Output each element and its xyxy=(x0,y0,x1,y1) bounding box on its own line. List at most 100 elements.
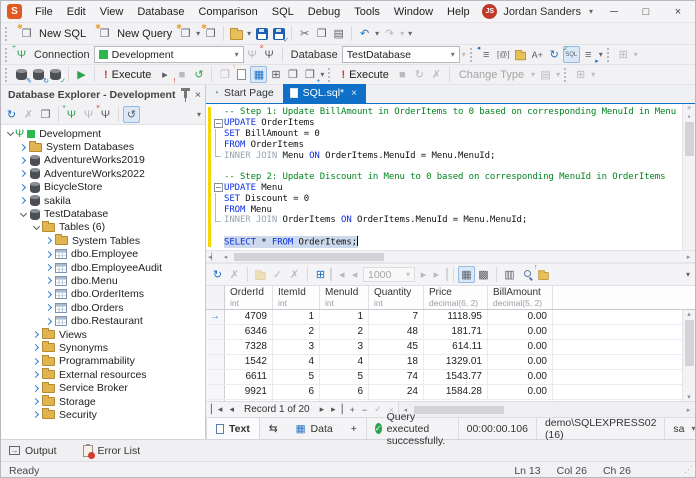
cell-billamount[interactable]: 0.00 xyxy=(488,370,553,384)
new-window-icon[interactable]: ❐ ✱ xyxy=(201,24,219,42)
tools-extra-icon[interactable]: ⊞ xyxy=(572,66,589,83)
cell-itemid[interactable]: 3 xyxy=(273,340,320,354)
table-row[interactable]: 6346 2 2 48 181.71 0.00 xyxy=(206,325,695,340)
tab-output[interactable]: → Output xyxy=(9,445,57,457)
tree-item-system-tables[interactable]: System Tables xyxy=(1,234,205,247)
execution-history-icon[interactable]: ↺ xyxy=(190,66,207,83)
format-code-icon[interactable]: A+ xyxy=(529,46,546,63)
menu-file[interactable]: File xyxy=(28,3,60,21)
code-line[interactable]: INNER JOIN Menu ON OrderItems.MenuId = M… xyxy=(212,150,681,161)
tree-item-dbo-employee[interactable]: dbo.Employee xyxy=(1,248,205,261)
validate-sql-icon[interactable]: SQL ✓ xyxy=(562,46,580,63)
menu-help[interactable]: Help xyxy=(440,3,477,21)
scrollbar-thumb[interactable] xyxy=(684,320,694,366)
fetch-all-icon[interactable] xyxy=(252,266,269,283)
database-sync-icon[interactable]: ↻ xyxy=(30,66,49,85)
menu-edit[interactable]: Edit xyxy=(60,3,93,21)
tree-item-system-databases[interactable]: System Databases xyxy=(1,140,205,153)
copy-icon[interactable]: ❐ xyxy=(313,25,330,42)
add-view-button[interactable]: + xyxy=(342,418,366,439)
cell-billamount[interactable]: 0.00 xyxy=(488,310,553,324)
tree-item-adventureworks2022[interactable]: AdventureWorks2022 xyxy=(1,167,205,180)
table-row[interactable]: 7328 3 3 45 614.11 0.00 xyxy=(206,340,695,355)
expand-icon[interactable] xyxy=(44,238,54,243)
last-page-icon[interactable]: ▸▕ xyxy=(432,266,449,283)
execute-results-button[interactable]: ! Execute xyxy=(336,68,393,82)
column-header-menuid[interactable]: MenuId int xyxy=(320,286,369,309)
database-extra-chevron-icon[interactable]: ▾ xyxy=(460,50,468,59)
script-document-icon[interactable]: ▤ xyxy=(537,66,554,83)
stop-icon[interactable]: ■ xyxy=(173,66,190,83)
cell-billamount[interactable]: 0.00 xyxy=(488,385,553,399)
tree-item-programmability[interactable]: Programmability xyxy=(1,354,205,368)
user-menu-chevron-icon[interactable]: ▾ xyxy=(587,7,595,16)
expand-icon[interactable] xyxy=(31,372,41,377)
expand-icon[interactable] xyxy=(18,171,28,176)
cell-orderid[interactable]: 7328 xyxy=(225,340,273,354)
current-row-indicator[interactable]: → xyxy=(206,310,225,324)
expand-icon[interactable] xyxy=(31,345,41,350)
combo-chevron-icon[interactable]: ▾ xyxy=(451,50,455,59)
fold-start-icon[interactable] xyxy=(212,118,224,129)
edit-database-icon[interactable]: ✎ xyxy=(13,66,32,85)
next-record-icon[interactable]: ▸ xyxy=(317,404,328,415)
tree-item-security[interactable]: Security xyxy=(1,408,205,421)
cell-price[interactable]: 614.11 xyxy=(424,340,488,354)
collapse-icon[interactable] xyxy=(18,213,28,216)
expand-icon[interactable] xyxy=(44,265,54,270)
stop-results-icon[interactable]: ■ xyxy=(394,66,411,83)
splitter-handle-icon[interactable]: ÷ xyxy=(687,104,691,112)
scrollbar-thumb[interactable] xyxy=(684,122,694,156)
tree-item-dbo-orderitems[interactable]: dbo.OrderItems xyxy=(1,288,205,301)
duplicate-icon[interactable]: ❐ xyxy=(37,106,54,123)
delete-record-icon[interactable]: − xyxy=(359,405,370,415)
paging-icon[interactable]: ⊞ xyxy=(312,266,329,283)
code-line[interactable]: FROM OrderItems xyxy=(212,139,681,150)
close-panel-icon[interactable]: × xyxy=(195,89,201,101)
scrollbar-thumb[interactable] xyxy=(234,252,384,261)
code-line[interactable] xyxy=(212,226,681,237)
combo-chevron-icon[interactable]: ▾ xyxy=(235,50,239,59)
find-in-grid-icon[interactable] xyxy=(518,266,535,283)
cell-quantity[interactable]: 7 xyxy=(369,310,424,324)
query-profiler-icon[interactable]: ❐ xyxy=(216,66,233,83)
previous-page-icon[interactable]: ◂ xyxy=(346,266,363,283)
row-header-cell[interactable] xyxy=(206,370,225,384)
menu-tools[interactable]: Tools xyxy=(347,3,387,21)
editor-horizontal-scrollbar[interactable]: ◂▏ ◂ ▸ xyxy=(206,250,695,262)
new-sql-button[interactable]: ❐ ✱ New SQL xyxy=(13,24,91,43)
refresh-results-icon[interactable]: ↻ xyxy=(209,266,226,283)
paste-icon[interactable]: ▤ xyxy=(330,25,347,42)
collapse-icon[interactable] xyxy=(5,132,15,135)
connect-icon[interactable]: Ψ xyxy=(80,106,97,123)
cell-price[interactable]: 1543.77 xyxy=(424,370,488,384)
expand-icon[interactable] xyxy=(44,319,54,324)
cell-orderid[interactable]: 9921 xyxy=(225,385,273,399)
column-header-billamount[interactable]: BillAmount decimal(5, 2) xyxy=(488,286,553,309)
toolbar-grip[interactable] xyxy=(328,67,332,82)
code-area[interactable]: -- Step 1: Update BillAmount in OrderIte… xyxy=(212,107,681,248)
code-line[interactable]: SET Discount = 0 xyxy=(212,193,681,204)
previous-record-icon[interactable]: ◂ xyxy=(226,404,237,415)
expand-icon[interactable] xyxy=(44,292,54,297)
change-type-chevron-icon[interactable]: ▾ xyxy=(529,70,537,79)
new-document-icon[interactable]: ❐ ✱ xyxy=(176,24,194,42)
stop-refresh-icon[interactable]: ✗ xyxy=(20,106,37,123)
refresh-code-completion-icon[interactable]: ↻ xyxy=(546,46,563,63)
expand-icon[interactable] xyxy=(18,198,28,203)
cell-quantity[interactable]: 74 xyxy=(369,370,424,384)
column-header-price[interactable]: Price decimal(6, 2) xyxy=(424,286,488,309)
column-visibility-icon[interactable]: ▥ xyxy=(501,266,518,283)
tree-item-views[interactable]: Views xyxy=(1,328,205,341)
cell-price[interactable]: 1118.95 xyxy=(424,310,488,324)
toolbar-grip[interactable] xyxy=(564,67,568,82)
tree-item-synonyms[interactable]: Synonyms xyxy=(1,341,205,354)
script-chevron-icon[interactable]: ▾ xyxy=(554,70,562,79)
snippets-chevron-icon[interactable]: ▾ xyxy=(632,50,640,59)
open-file-icon[interactable] xyxy=(228,25,245,42)
cancel-results-icon[interactable]: ✗ xyxy=(428,66,445,83)
cell-billamount[interactable]: 0.00 xyxy=(488,355,553,369)
scroll-left-icon[interactable]: ◂ xyxy=(219,253,232,261)
actual-plan-icon[interactable]: ▦ xyxy=(250,66,268,83)
menu-window[interactable]: Window xyxy=(387,3,440,21)
